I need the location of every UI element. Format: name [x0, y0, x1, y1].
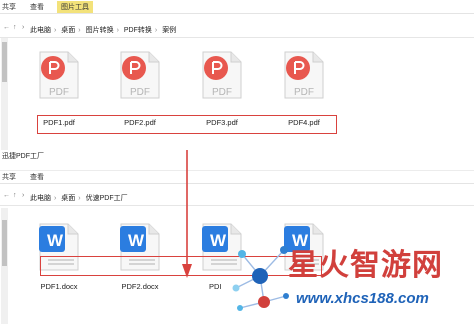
file-name: PDF1.docx	[40, 282, 78, 291]
breadcrumb-item[interactable]: 图片转换	[86, 27, 114, 34]
watermark-url: www.xhcs188.com	[296, 290, 429, 307]
scrollbar[interactable]	[1, 38, 8, 150]
window-title: 迅捷PDF工厂	[2, 153, 44, 160]
tab-picture-tools[interactable]: 图片工具	[57, 1, 93, 13]
tab-share[interactable]: 共享	[2, 172, 16, 182]
breadcrumb-item[interactable]: 优速PDF工厂	[86, 195, 128, 202]
ribbon-bar: 共享 查看 图片工具	[0, 0, 474, 14]
explorer-window-pdf: 共享 查看 图片工具 ← ↑ › 此电脑 › 桌面 › 图片转换 › PDF转换 › 案…	[0, 0, 474, 150]
word-letter: W	[210, 231, 227, 250]
scrollbar-thumb[interactable]	[2, 42, 7, 82]
word-letter: W	[47, 231, 64, 250]
pdf-file-icon: PDF	[120, 51, 160, 99]
svg-text:PDF: PDF	[49, 87, 69, 98]
file-name: PDF2.docx	[121, 282, 159, 291]
tab-view[interactable]: 查看	[30, 2, 44, 12]
svg-text:PDF: PDF	[212, 87, 232, 98]
scrollbar[interactable]	[1, 208, 8, 324]
back-arrow-icon[interactable]: ←	[3, 24, 10, 31]
pdf-file-icon: PDF	[202, 51, 242, 99]
breadcrumb-item[interactable]: 案例	[162, 27, 176, 34]
breadcrumb: 此电脑 › 桌面 › 优速PDF工厂	[30, 195, 128, 202]
tab-view[interactable]: 查看	[30, 172, 44, 182]
chevron-right-icon: ›	[22, 24, 25, 31]
back-arrow-icon[interactable]: ←	[3, 192, 10, 199]
breadcrumb-item[interactable]: 此电脑	[30, 195, 51, 202]
address-bar[interactable]: ← ↑ › 此电脑 › 桌面 › 优速PDF工厂	[0, 190, 474, 206]
up-arrow-icon[interactable]: ↑	[13, 24, 17, 31]
breadcrumb-item[interactable]: 桌面	[61, 27, 75, 34]
scrollbar-thumb[interactable]	[2, 220, 7, 266]
watermark-title: 星火智游网	[288, 248, 443, 283]
pdf-file-icon: PDF	[39, 51, 79, 99]
svg-text:PDF: PDF	[130, 87, 150, 98]
breadcrumb-item[interactable]: 桌面	[61, 195, 75, 202]
up-arrow-icon[interactable]: ↑	[13, 192, 17, 199]
highlight-box	[37, 115, 337, 134]
breadcrumb: 此电脑 › 桌面 › 图片转换 › PDF转换 › 案例	[30, 27, 177, 34]
breadcrumb-item[interactable]: 此电脑	[30, 27, 51, 34]
address-bar[interactable]: ← ↑ › 此电脑 › 桌面 › 图片转换 › PDF转换 › 案例	[0, 22, 474, 38]
svg-text:PDF: PDF	[294, 87, 314, 98]
breadcrumb-item[interactable]: PDF转换	[124, 27, 152, 34]
word-letter: W	[128, 231, 145, 250]
pdf-file-icon: PDF	[284, 51, 324, 99]
tab-share[interactable]: 共享	[2, 2, 16, 12]
chevron-right-icon: ›	[22, 192, 25, 199]
down-arrow-icon	[182, 150, 192, 278]
ribbon-bar: 共享 查看	[0, 170, 474, 184]
